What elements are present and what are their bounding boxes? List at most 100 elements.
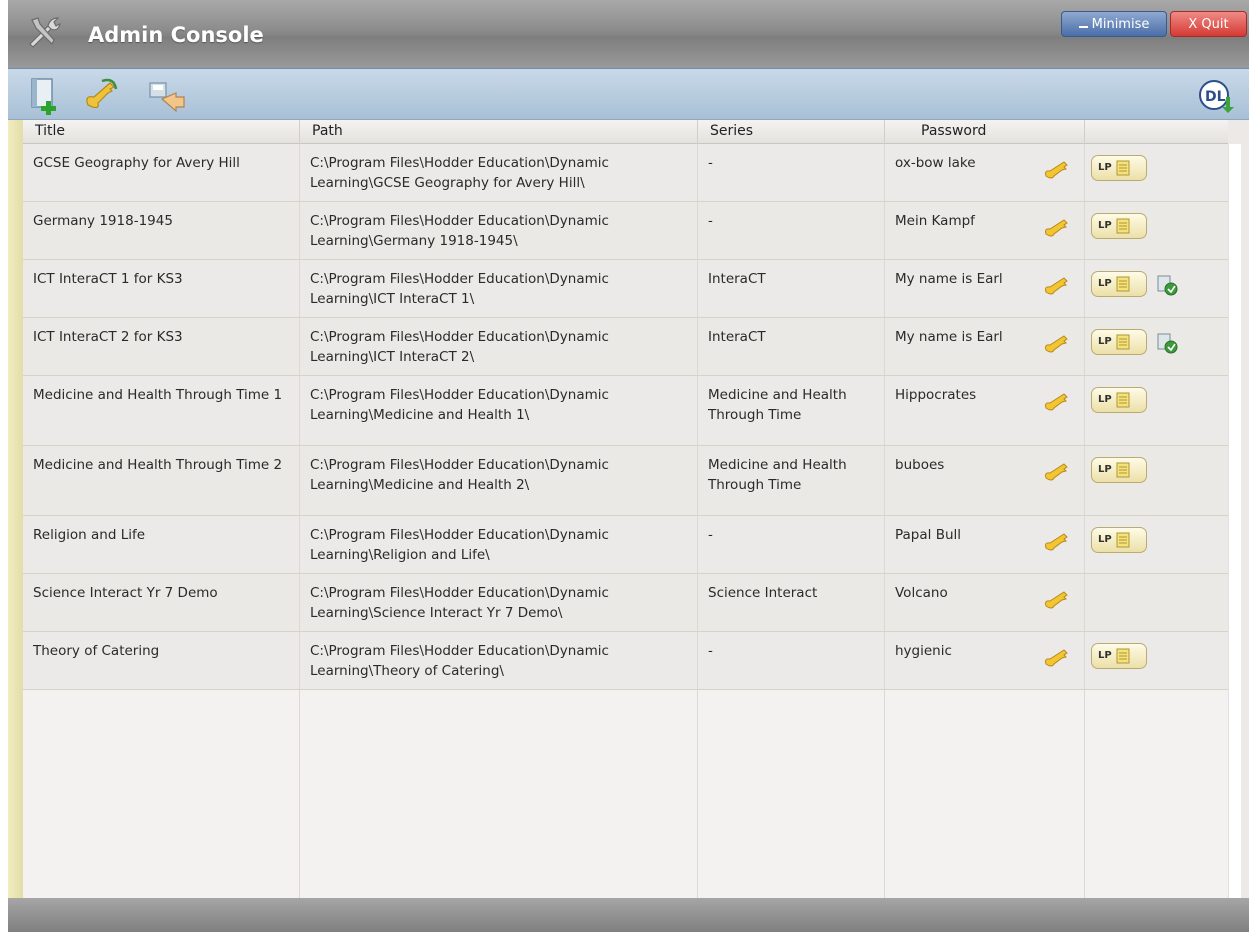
document-icon	[1116, 334, 1130, 350]
column-header-title[interactable]: Title	[23, 120, 300, 144]
cell-path: C:\Program Files\Hodder Education\Dynami…	[300, 376, 698, 445]
cell-actions: LP	[1085, 260, 1228, 317]
status-bar	[8, 898, 1249, 932]
path-line-2: Learning\Theory of Catering\	[310, 663, 504, 679]
path-line-2: Learning\Medicine and Health 2\	[310, 477, 530, 493]
key-icon[interactable]	[1044, 530, 1074, 552]
install-check-icon[interactable]	[1155, 331, 1179, 355]
table-row[interactable]: Medicine and Health Through Time 2 C:\Pro…	[23, 446, 1228, 516]
lp-button[interactable]: LP	[1091, 643, 1147, 669]
add-title-icon	[31, 78, 56, 115]
key-icon[interactable]	[1044, 646, 1074, 668]
cell-path: C:\Program Files\Hodder Education\Dynami…	[300, 260, 698, 317]
table-row[interactable]: Science Interact Yr 7 Demo C:\Program Fil…	[23, 574, 1228, 632]
key-icon[interactable]	[1044, 216, 1074, 238]
add-title-button[interactable]	[26, 75, 66, 115]
path-line-1: C:\Program Files\Hodder Education\Dynami…	[310, 329, 609, 345]
path-line-2: Learning\GCSE Geography for Avery Hill\	[310, 175, 585, 191]
document-icon	[1116, 276, 1130, 292]
path-line-1: C:\Program Files\Hodder Education\Dynami…	[310, 271, 609, 287]
cell-actions: LP	[1085, 446, 1228, 515]
cell-title: Medicine and Health Through Time 2	[23, 446, 300, 515]
vertical-scrollbar[interactable]	[1228, 144, 1241, 898]
cell-path: C:\Program Files\Hodder Education\Dynami…	[300, 516, 698, 573]
lp-label: LP	[1098, 534, 1112, 545]
document-icon	[1116, 532, 1130, 548]
lp-button[interactable]: LP	[1091, 457, 1147, 483]
cell-series: Medicine and Health Through Time	[698, 446, 885, 515]
lp-label: LP	[1098, 650, 1112, 661]
password-text: Hippocrates	[895, 387, 977, 403]
cell-password: ox-bow lake	[885, 144, 1085, 201]
column-header-path[interactable]: Path	[300, 120, 698, 144]
minimise-button[interactable]: Minimise	[1061, 11, 1167, 37]
column-header-password[interactable]: Password	[885, 120, 1085, 144]
document-icon	[1116, 218, 1130, 234]
document-icon	[1116, 648, 1130, 664]
dl-update-button[interactable]: DL	[1196, 75, 1236, 115]
table-row[interactable]: ICT InteraCT 1 for KS3 C:\Program Files\H…	[23, 260, 1228, 318]
cell-password: Papal Bull	[885, 516, 1085, 573]
titles-grid: Title Path Series Password GCSE Geograph…	[8, 120, 1249, 898]
admin-console-window: Admin Console Minimise X Quit DL Title P…	[8, 0, 1249, 932]
grid-left-border	[8, 120, 23, 898]
lp-label: LP	[1098, 336, 1112, 347]
cell-actions: LP	[1085, 318, 1228, 375]
lp-button[interactable]: LP	[1091, 213, 1147, 239]
key-icon[interactable]	[1044, 274, 1074, 296]
table-row[interactable]: ICT InteraCT 2 for KS3 C:\Program Files\H…	[23, 318, 1228, 376]
key-icon[interactable]	[1044, 158, 1074, 180]
cell-password: My name is Earl	[885, 318, 1085, 375]
toolbar: DL	[8, 68, 1249, 120]
minimise-label: Minimise	[1091, 16, 1150, 32]
key-icon[interactable]	[1044, 588, 1074, 610]
cell-actions: LP	[1085, 202, 1228, 259]
cell-title: ICT InteraCT 1 for KS3	[23, 260, 300, 317]
lp-button[interactable]: LP	[1091, 155, 1147, 181]
cell-series: -	[698, 516, 885, 573]
cell-actions: LP	[1085, 144, 1228, 201]
path-line-2: Learning\ICT InteraCT 2\	[310, 349, 475, 365]
column-divider	[1084, 690, 1085, 898]
path-line-2: Learning\Medicine and Health 1\	[310, 407, 530, 423]
key-icon[interactable]	[1044, 460, 1074, 482]
cell-password: buboes	[885, 446, 1085, 515]
install-check-icon[interactable]	[1155, 273, 1179, 297]
column-divider	[299, 690, 300, 898]
table-row[interactable]: Medicine and Health Through Time 1 C:\Pro…	[23, 376, 1228, 446]
cell-actions: LP	[1085, 376, 1228, 445]
lp-button[interactable]: LP	[1091, 387, 1147, 413]
lp-label: LP	[1098, 394, 1112, 405]
table-row[interactable]: Theory of Catering C:\Program Files\Hodde…	[23, 632, 1228, 690]
column-header-series[interactable]: Series	[698, 120, 885, 144]
path-line-1: C:\Program Files\Hodder Education\Dynami…	[310, 457, 609, 473]
password-button[interactable]	[80, 75, 120, 115]
path-line-1: C:\Program Files\Hodder Education\Dynami…	[310, 213, 609, 229]
cell-path: C:\Program Files\Hodder Education\Dynami…	[300, 446, 698, 515]
key-icon[interactable]	[1044, 390, 1074, 412]
document-icon	[1116, 462, 1130, 478]
path-line-2: Learning\Germany 1918-1945\	[310, 233, 518, 249]
quit-button[interactable]: X Quit	[1170, 11, 1247, 37]
password-text: My name is Earl	[895, 271, 1003, 287]
path-line-2: Learning\Science Interact Yr 7 Demo\	[310, 605, 563, 621]
password-key-icon	[86, 78, 118, 109]
table-row[interactable]: Religion and Life C:\Program Files\Hodder…	[23, 516, 1228, 574]
lp-button[interactable]: LP	[1091, 271, 1147, 297]
tools-icon	[29, 17, 61, 48]
cell-password: Hippocrates	[885, 376, 1085, 445]
app-title: Admin Console	[88, 23, 264, 47]
password-text: My name is Earl	[895, 329, 1003, 345]
cell-path: C:\Program Files\Hodder Education\Dynami…	[300, 632, 698, 689]
table-row[interactable]: GCSE Geography for Avery Hill C:\Program …	[23, 144, 1228, 202]
table-row[interactable]: Germany 1918-1945 C:\Program Files\Hodder…	[23, 202, 1228, 260]
key-icon[interactable]	[1044, 332, 1074, 354]
lp-button[interactable]: LP	[1091, 527, 1147, 553]
title-bar: Admin Console Minimise X Quit	[8, 0, 1249, 68]
import-button[interactable]	[148, 75, 188, 115]
column-divider	[884, 690, 885, 898]
cell-password: Mein Kampf	[885, 202, 1085, 259]
lp-button[interactable]: LP	[1091, 329, 1147, 355]
lp-label: LP	[1098, 464, 1112, 475]
path-line-1: C:\Program Files\Hodder Education\Dynami…	[310, 527, 609, 543]
